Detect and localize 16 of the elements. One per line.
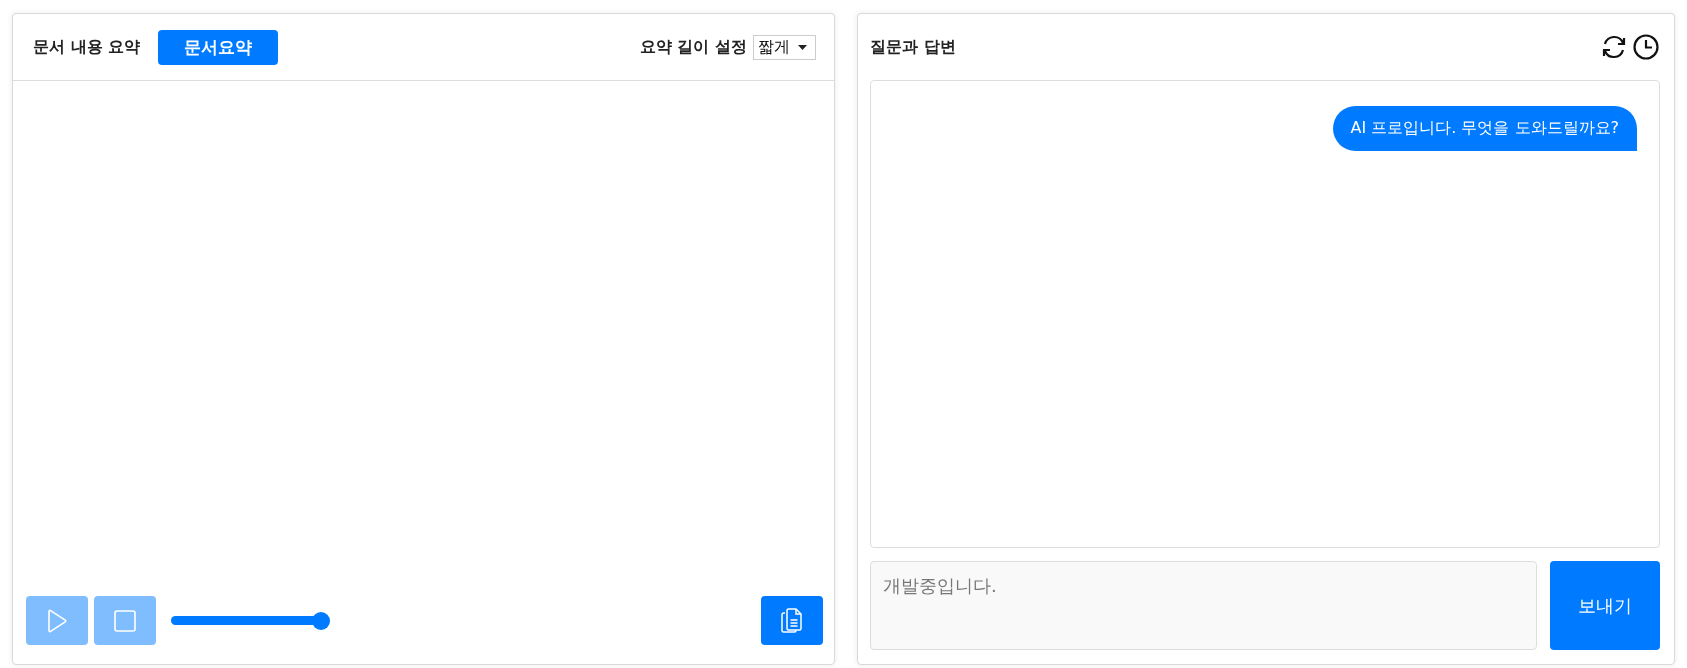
stop-icon [114, 609, 136, 632]
send-button[interactable]: 보내기 [1550, 561, 1660, 650]
length-label: 요약 길이 설정 [639, 36, 747, 58]
copy-button[interactable] [761, 596, 823, 645]
refresh-icon[interactable] [1600, 33, 1628, 61]
panel-title: 질문과 답변 [870, 36, 956, 58]
copy-icon [780, 607, 804, 634]
clock-icon[interactable] [1632, 33, 1660, 61]
slider-handle[interactable] [312, 611, 330, 630]
message-input[interactable]: 개발중입니다. [870, 561, 1537, 650]
length-dropdown[interactable]: 짧게 [753, 34, 816, 60]
play-icon [46, 608, 68, 633]
message-bubble: AI 프로입니다. 무엇을 도와드릴까요? [1332, 106, 1637, 151]
summarize-button[interactable]: 문서요약 [158, 29, 279, 65]
panel-title: 문서 내용 요약 [33, 36, 141, 58]
caret-icon [798, 44, 807, 50]
